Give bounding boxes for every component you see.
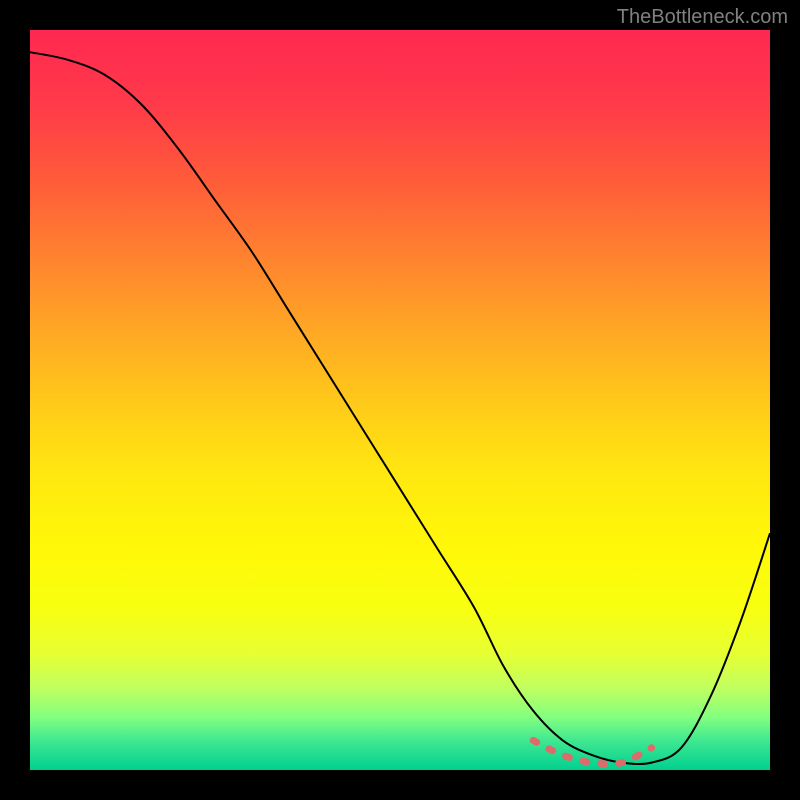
bottleneck-curve-line	[30, 52, 770, 764]
chart-plot-area	[30, 30, 770, 770]
chart-svg	[30, 30, 770, 770]
optimal-marker-line	[533, 740, 651, 764]
watermark-text: TheBottleneck.com	[617, 6, 788, 29]
